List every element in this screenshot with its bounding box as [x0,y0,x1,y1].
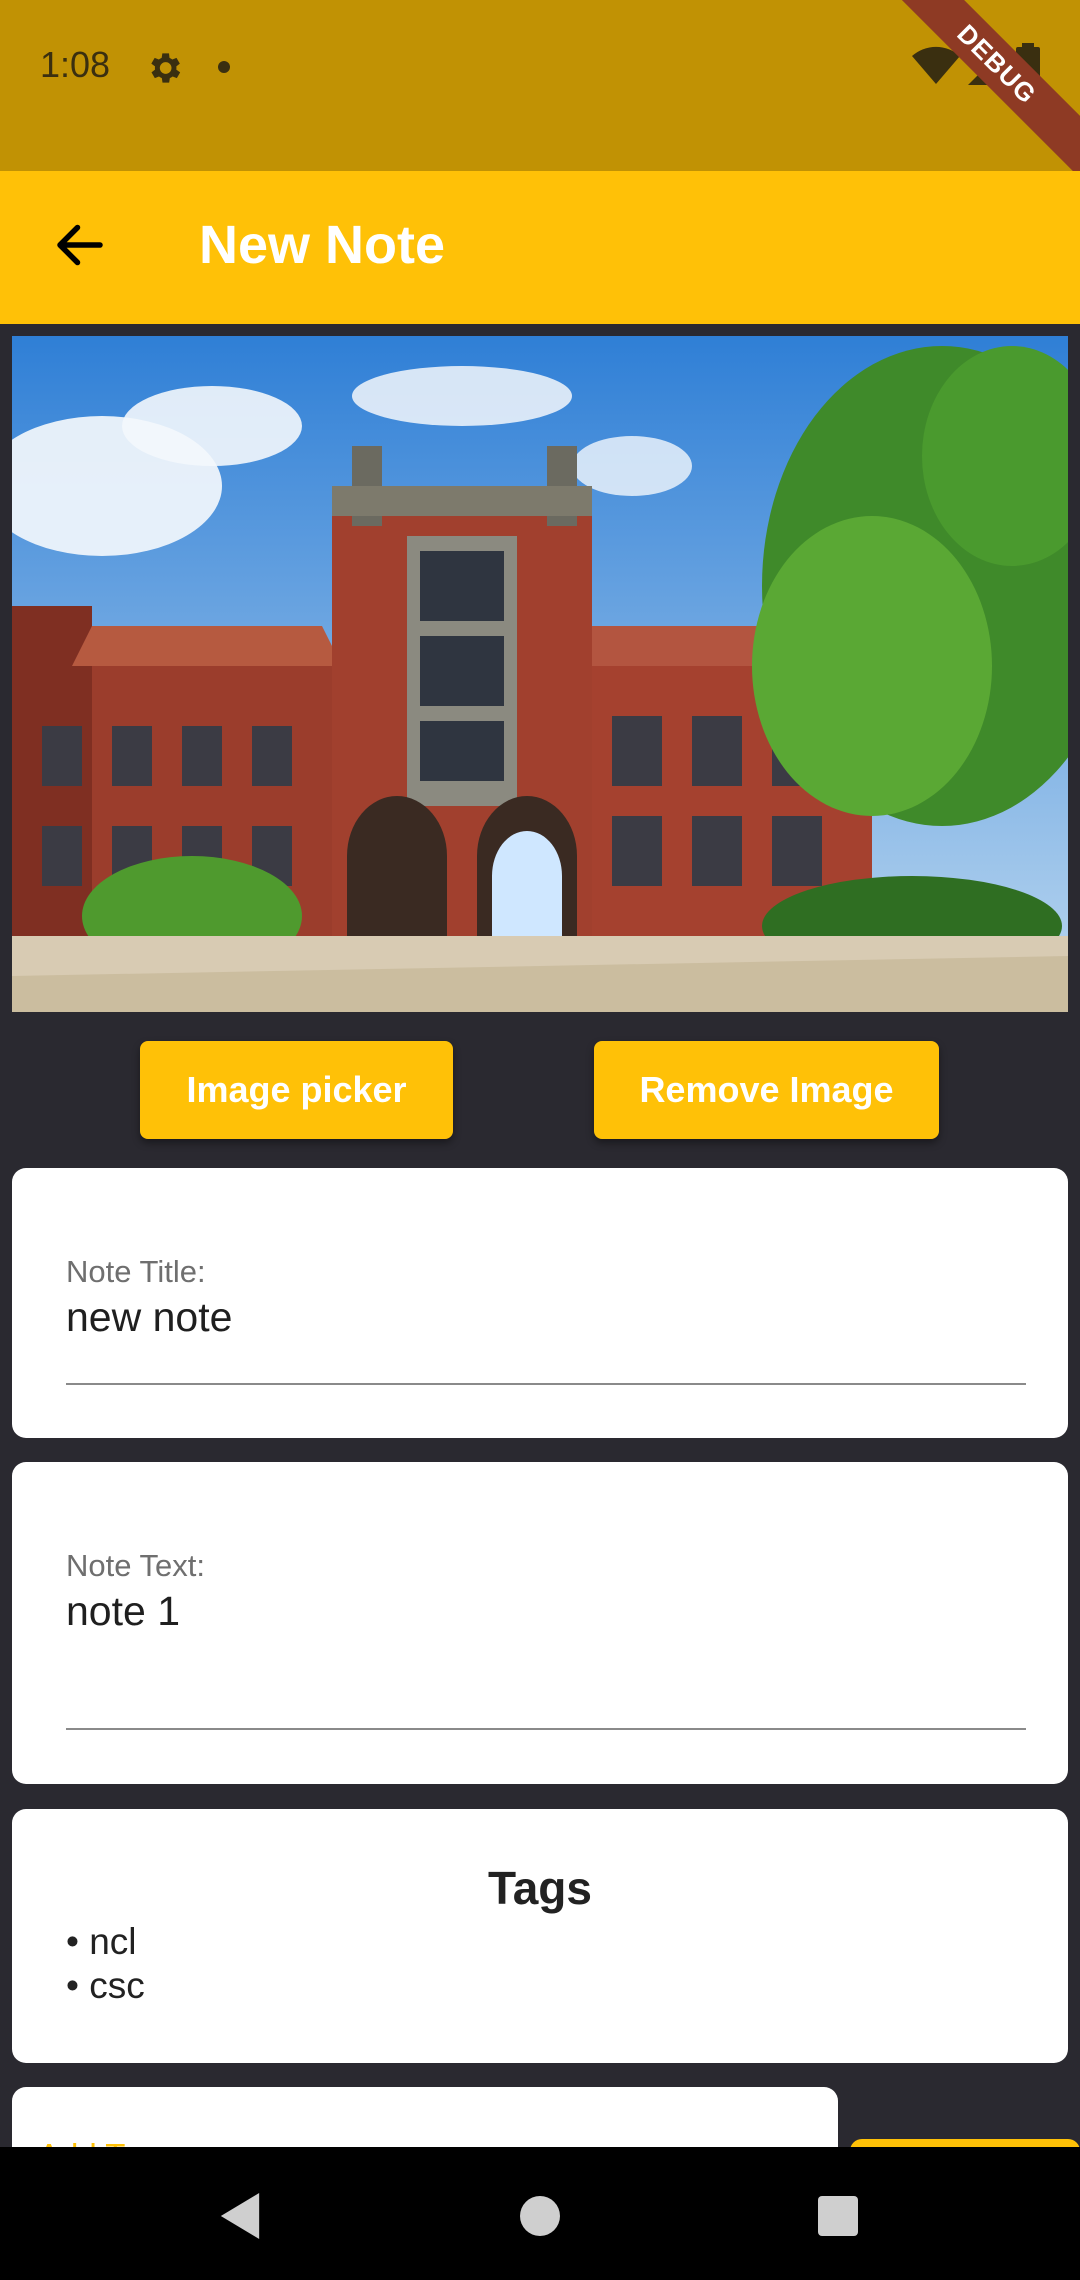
image-picker-button[interactable]: Image picker [140,1041,453,1139]
page-title: New Note [199,215,446,275]
remove-image-button[interactable]: Remove Image [594,1041,939,1139]
gear-icon [151,53,181,83]
nav-recent-icon[interactable] [818,2196,858,2236]
note-title-input[interactable]: new note [66,1294,232,1341]
nav-home-icon[interactable] [520,2196,560,2236]
wifi-icon [912,46,960,84]
note-title-label: Note Title: [66,1254,206,1289]
status-time: 1:08 [40,44,111,85]
note-image [12,336,1068,1012]
app-bar: New Note [0,171,1080,324]
debug-banner: DEBUG [878,0,1080,183]
tags-heading: Tags [488,1862,592,1914]
note-text-underline [66,1728,1026,1730]
tag-item: • ncl [66,1921,137,1962]
note-text-card: Note Text: note 1 [12,1462,1068,1784]
tag-item: • csc [66,1965,145,2006]
tags-card: Tags • ncl • csc [12,1809,1068,2063]
note-title-underline [66,1383,1026,1385]
nav-back-icon[interactable] [220,2193,260,2239]
back-arrow-icon[interactable] [50,215,110,275]
note-text-label: Note Text: [66,1548,206,1583]
note-title-card: Note Title: new note [12,1168,1068,1438]
status-bar: 1:08 DEBUG [0,0,1080,183]
note-text-input[interactable]: note 1 [66,1588,180,1635]
notification-dot-icon [218,61,230,73]
